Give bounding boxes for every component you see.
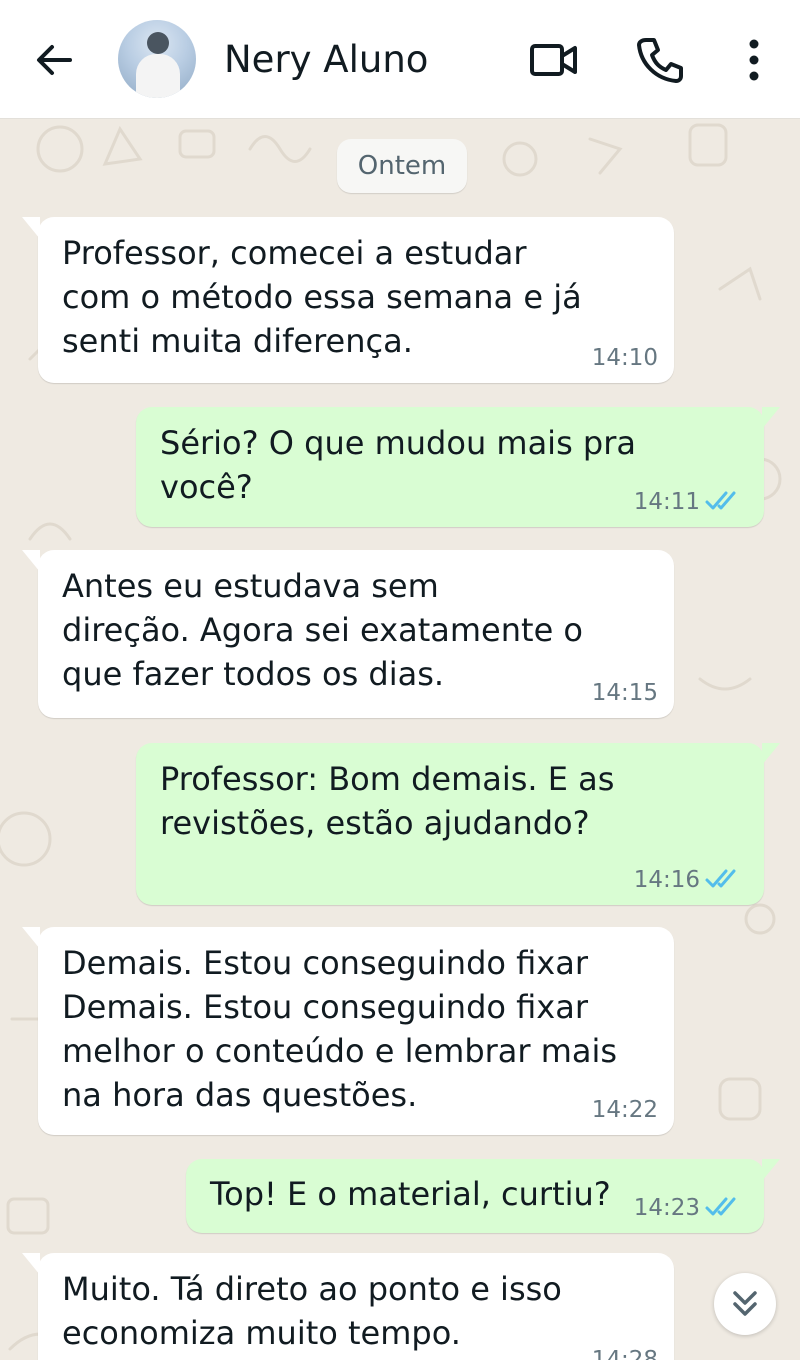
message-text: Professor, comecei a estudar com o métod… xyxy=(62,234,582,360)
date-separator: Ontem xyxy=(337,139,467,193)
message-text: Antes eu estudava sem direção. Agora sei… xyxy=(62,567,583,693)
message-time: 14:16 xyxy=(633,867,700,893)
video-call-icon[interactable] xyxy=(528,34,580,86)
message-text: Professor: Bom demais. E as revistões, e… xyxy=(160,760,615,842)
message-text: Sério? O que mudou mais pra você? xyxy=(160,424,636,506)
incoming-message[interactable]: Antes eu estudava sem direção. Agora sei… xyxy=(22,550,674,718)
contact-name[interactable]: Nery Aluno xyxy=(224,38,428,81)
read-receipt-icon xyxy=(705,869,736,888)
phone-icon[interactable] xyxy=(634,34,686,86)
chat-area[interactable]: Ontem Professor, comecei a estudar com o… xyxy=(0,119,800,1360)
message-time: 14:22 xyxy=(591,1097,658,1123)
message-text: Demais. Estou conseguindo fixar Demais. … xyxy=(62,944,618,1114)
message-time: 14:28 xyxy=(591,1347,658,1360)
message-text: Top! E o material, curtiu? xyxy=(210,1175,611,1213)
message-time: 14:15 xyxy=(591,680,658,706)
chevron-double-down-icon xyxy=(733,1291,757,1316)
incoming-message[interactable]: Muito. Tá direto ao ponto e isso economi… xyxy=(22,1253,674,1360)
outgoing-message[interactable]: Sério? O que mudou mais pra você? 14:11 xyxy=(136,407,780,527)
scroll-to-bottom-button[interactable] xyxy=(714,1273,776,1335)
back-arrow-icon[interactable] xyxy=(30,36,78,84)
outgoing-message[interactable]: Top! E o material, curtiu? 14:23 xyxy=(186,1159,780,1233)
chat-header: Nery Aluno xyxy=(0,0,800,119)
incoming-message[interactable]: Demais. Estou conseguindo fixar Demais. … xyxy=(22,927,674,1135)
message-text: Muito. Tá direto ao ponto e isso economi… xyxy=(62,1270,562,1352)
incoming-message[interactable]: Professor, comecei a estudar com o métod… xyxy=(22,217,674,383)
more-vert-icon[interactable] xyxy=(728,34,780,86)
avatar[interactable] xyxy=(118,20,196,98)
message-time: 14:10 xyxy=(591,345,658,371)
outgoing-message[interactable]: Professor: Bom demais. E as revistões, e… xyxy=(136,743,780,905)
message-time: 14:11 xyxy=(633,489,700,515)
message-time: 14:23 xyxy=(633,1195,700,1221)
read-receipt-icon xyxy=(705,491,736,510)
read-receipt-icon xyxy=(705,1197,736,1216)
